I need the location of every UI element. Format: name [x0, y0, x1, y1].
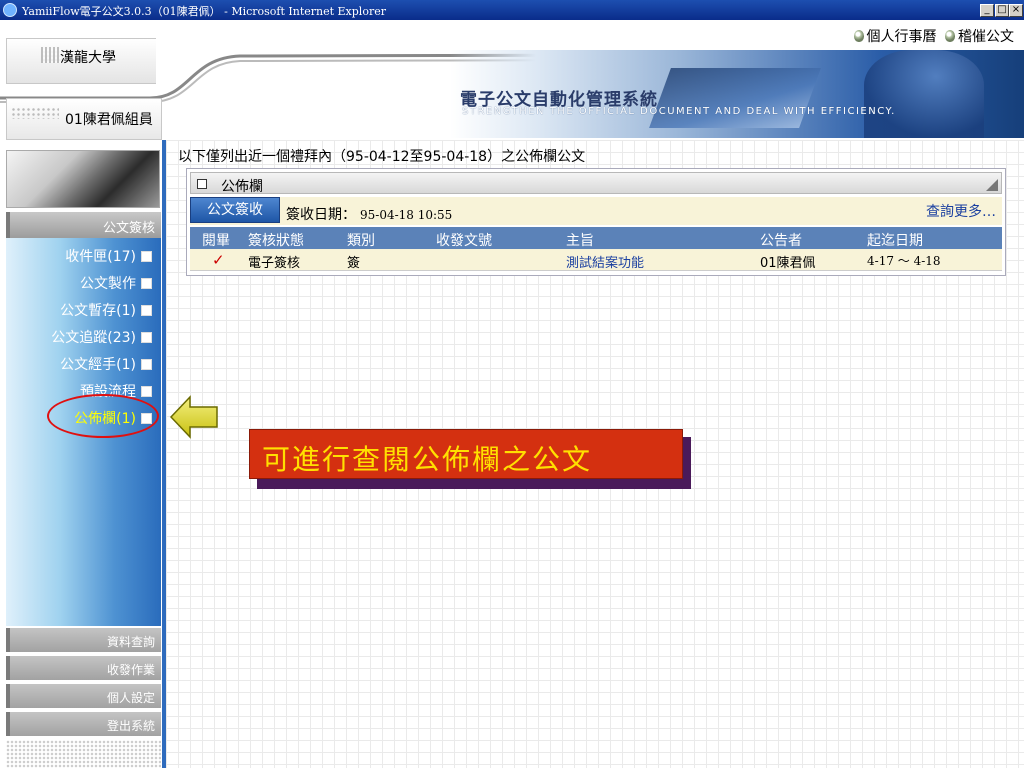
square-icon — [141, 332, 152, 343]
bulletin-panel: 公佈欄 公文簽收 簽收日期： 95-04-18 10:55 查詢更多… 閱畢 簽核… — [186, 168, 1006, 276]
minimize-button[interactable]: _ — [980, 4, 994, 17]
bulletin-table: 閱畢 簽核狀態 類別 收發文號 主旨 公告者 起迄日期 ✓ 電子簽核 簽 測試結… — [190, 227, 1002, 271]
sidebar-item-inbox[interactable]: 收件匣(17) — [65, 246, 152, 265]
panel-title: 公佈欄 — [221, 179, 263, 195]
sidebar-item-tracking[interactable]: 公文追蹤(23) — [51, 327, 152, 346]
window-title: YamiiFlow電子公文3.0.3（01陳君佩） - Microsoft In… — [22, 5, 386, 18]
header-subject: 主旨 — [566, 233, 594, 249]
more-link[interactable]: 查詢更多… — [926, 201, 996, 221]
laptop-photo — [6, 150, 160, 208]
person-graphic — [864, 50, 984, 138]
panel-checkbox[interactable] — [197, 179, 207, 189]
row-status: 電子簽核 — [248, 256, 301, 271]
arrow-left-icon — [170, 395, 218, 439]
bullet-icon — [853, 30, 864, 42]
maximize-button[interactable]: □ — [995, 4, 1009, 17]
panel-header: 公佈欄 — [190, 172, 1002, 195]
highlight-ring — [47, 394, 159, 438]
sidebar-section-title[interactable]: 公文簽核 — [6, 212, 161, 238]
header-status: 簽核狀態 — [248, 233, 304, 249]
school-name: 漢龍大學 — [60, 50, 116, 66]
logo-dots-icon — [41, 47, 61, 63]
sign-receive-button[interactable]: 公文簽收 — [190, 197, 280, 223]
laptop-graphic — [649, 68, 821, 128]
header-doc-no: 收發文號 — [436, 233, 492, 249]
logout-button[interactable]: 登出系統 — [6, 712, 161, 736]
page-header: 漢龍大學 個人行事曆 稽催公文 01陳君佩組員 電子公文自動化管理系統 STRE… — [0, 20, 1024, 140]
row-announcer: 01陳君佩 — [760, 256, 816, 271]
annotation-callout: 可進行查閱公佈欄之公文 — [249, 429, 683, 479]
table-header: 閱畢 簽核狀態 類別 收發文號 主旨 公告者 起迄日期 — [190, 227, 1002, 249]
square-icon — [141, 305, 152, 316]
system-subtitle: STRENGTHEN THE OFFICIAL DOCUMENT AND DEA… — [462, 106, 896, 117]
header-dates: 起迄日期 — [867, 233, 923, 249]
square-icon — [141, 251, 152, 262]
user-box: 01陳君佩組員 — [6, 98, 162, 140]
sidebar-item-handled[interactable]: 公文經手(1) — [60, 354, 152, 373]
ie-icon — [3, 3, 17, 17]
query-button[interactable]: 資料查詢 — [6, 628, 161, 652]
link-personal-calendar[interactable]: 個人行事曆 — [850, 26, 937, 46]
bullet-icon — [945, 30, 955, 42]
link-reminder-docs[interactable]: 稽催公文 — [941, 26, 1014, 46]
sidebar-item-compose[interactable]: 公文製作 — [80, 273, 152, 292]
square-icon — [141, 386, 152, 397]
sidebar-item-drafts[interactable]: 公文暫存(1) — [60, 300, 152, 319]
sidebar: 公文簽核 收件匣(17) 公文製作 公文暫存(1) 公文追蹤(23) 公文經手(… — [0, 140, 166, 768]
header-read: 閱畢 — [202, 233, 230, 249]
square-icon — [141, 359, 152, 370]
row-type: 簽 — [347, 256, 361, 271]
close-button[interactable]: × — [1009, 4, 1023, 17]
personal-settings-button[interactable]: 個人設定 — [6, 684, 161, 708]
sidebar-footer — [6, 740, 161, 768]
table-row[interactable]: ✓ 電子簽核 簽 測試結案功能 01陳君佩 4-17 ～ 4-18 — [190, 249, 1002, 271]
send-receive-button[interactable]: 收發作業 — [6, 656, 161, 680]
user-dots-icon — [11, 107, 59, 119]
row-subject-link[interactable]: 測試結案功能 — [566, 252, 644, 271]
row-dates: 4-17 ～ 4-18 — [867, 254, 941, 268]
top-links: 個人行事曆 稽催公文 — [850, 26, 1014, 46]
sign-date: 簽收日期： 95-04-18 10:55 — [286, 207, 453, 223]
user-name: 01陳君佩組員 — [65, 112, 153, 128]
header-announcer: 公告者 — [760, 233, 802, 249]
header-type: 類別 — [347, 233, 375, 249]
resize-corner-icon — [986, 179, 998, 191]
sign-row: 公文簽收 簽收日期： 95-04-18 10:55 查詢更多… — [190, 197, 1002, 225]
notice-text: 以下僅列出近一個禮拜內（95-04-12至95-04-18）之公佈欄公文 — [178, 149, 586, 165]
window-title-bar: YamiiFlow電子公文3.0.3（01陳君佩） - Microsoft In… — [0, 0, 1024, 20]
check-icon: ✓ — [212, 251, 225, 269]
square-icon — [141, 278, 152, 289]
